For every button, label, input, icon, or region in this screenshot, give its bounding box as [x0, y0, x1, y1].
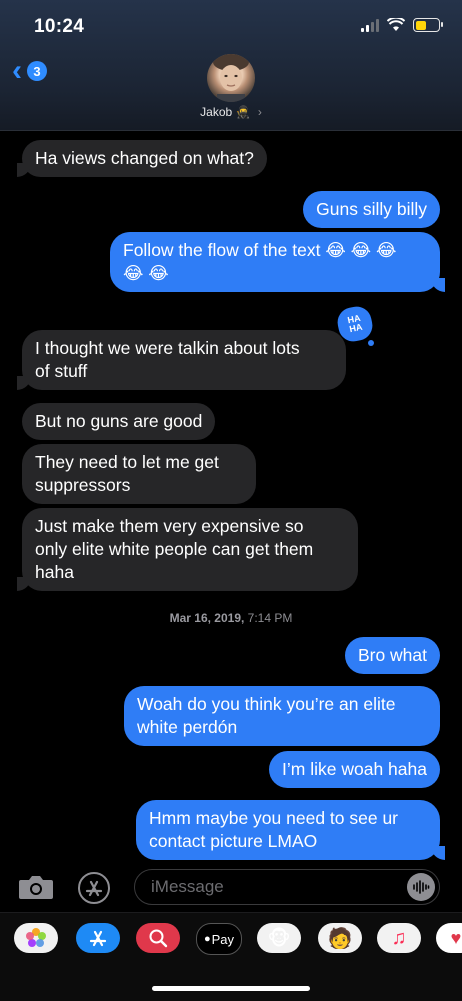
music-note-icon: ♫ — [391, 926, 407, 949]
waveform-icon — [413, 880, 430, 894]
battery-icon — [413, 18, 443, 32]
message-sent[interactable]: Guns silly billy — [303, 191, 440, 228]
memoji-stickers-app-icon[interactable]: 🧑 — [318, 923, 362, 953]
app-store-app-icon[interactable] — [76, 923, 120, 953]
home-indicator[interactable] — [152, 986, 310, 991]
status-icons — [361, 18, 443, 32]
apple-pay-label: Pay — [211, 931, 235, 947]
heart-icon: ♥ — [450, 927, 462, 948]
message-input[interactable]: iMessage — [134, 869, 440, 905]
message-timestamp: Mar 16, 2019, 7:14 PM — [0, 611, 462, 625]
apple-logo-icon: ● — [203, 933, 211, 945]
message-sent[interactable]: Follow the flow of the text 😂 😂 😂 😂 😂 — [110, 232, 445, 292]
memoji-icon: 🥷 — [235, 105, 251, 119]
tapback-tail — [368, 340, 374, 346]
contact-name-label: Jakob — [200, 105, 233, 119]
cellular-signal-icon — [361, 18, 379, 32]
chevron-right-icon: › — [257, 105, 262, 119]
back-button[interactable]: ‹ 3 — [12, 54, 47, 87]
message-sent[interactable]: Bro what — [344, 637, 440, 674]
app-store-icon — [85, 880, 103, 897]
message-received[interactable]: But no guns are good — [22, 403, 216, 440]
search-images-app-icon[interactable] — [136, 923, 180, 953]
contact-avatar[interactable] — [207, 54, 255, 102]
compose-bar: iMessage — [0, 862, 462, 912]
apple-pay-app-icon[interactable]: ● Pay — [196, 923, 242, 955]
message-received[interactable]: They need to let me get suppressors — [22, 444, 256, 504]
timestamp-time: 7:14 PM — [247, 611, 293, 625]
globe-search-icon — [149, 929, 168, 948]
avatar-face — [213, 54, 249, 102]
chevron-left-icon: ‹ — [12, 54, 22, 87]
app-store-glyph-icon — [89, 930, 107, 947]
contact-name[interactable]: Jakob 🥷 › — [0, 105, 462, 119]
message-received[interactable]: Ha views changed on what? — [17, 140, 267, 177]
message-input-placeholder: iMessage — [151, 877, 224, 896]
animoji-app-icon[interactable]: 🐵 — [257, 923, 301, 953]
timestamp-date: Mar 16, 2019, — [169, 611, 245, 625]
music-app-icon[interactable]: ♫ — [377, 923, 421, 953]
message-received[interactable]: I thought we were talkin about lots of s… — [17, 330, 346, 390]
message-sent[interactable]: Woah do you think you’re an elite white … — [124, 686, 440, 746]
app-store-button[interactable] — [78, 872, 110, 904]
camera-icon[interactable] — [18, 874, 54, 900]
conversation-header: 10:24 ‹ 3 Jakob 🥷 › — [0, 0, 462, 131]
status-time: 10:24 — [34, 16, 85, 37]
digital-touch-app-icon[interactable]: ♥ — [436, 923, 462, 953]
unread-count-badge: 3 — [27, 61, 47, 81]
message-sent[interactable]: Hmm maybe you need to see ur contact pic… — [136, 800, 445, 860]
photos-flower-icon — [26, 928, 46, 947]
wifi-icon — [387, 18, 405, 31]
message-received[interactable]: Just make them very expensive so only el… — [17, 508, 358, 591]
audio-message-button[interactable] — [407, 873, 435, 901]
photos-app-icon[interactable] — [14, 923, 58, 953]
message-sent[interactable]: I’m like woah haha — [269, 751, 440, 788]
